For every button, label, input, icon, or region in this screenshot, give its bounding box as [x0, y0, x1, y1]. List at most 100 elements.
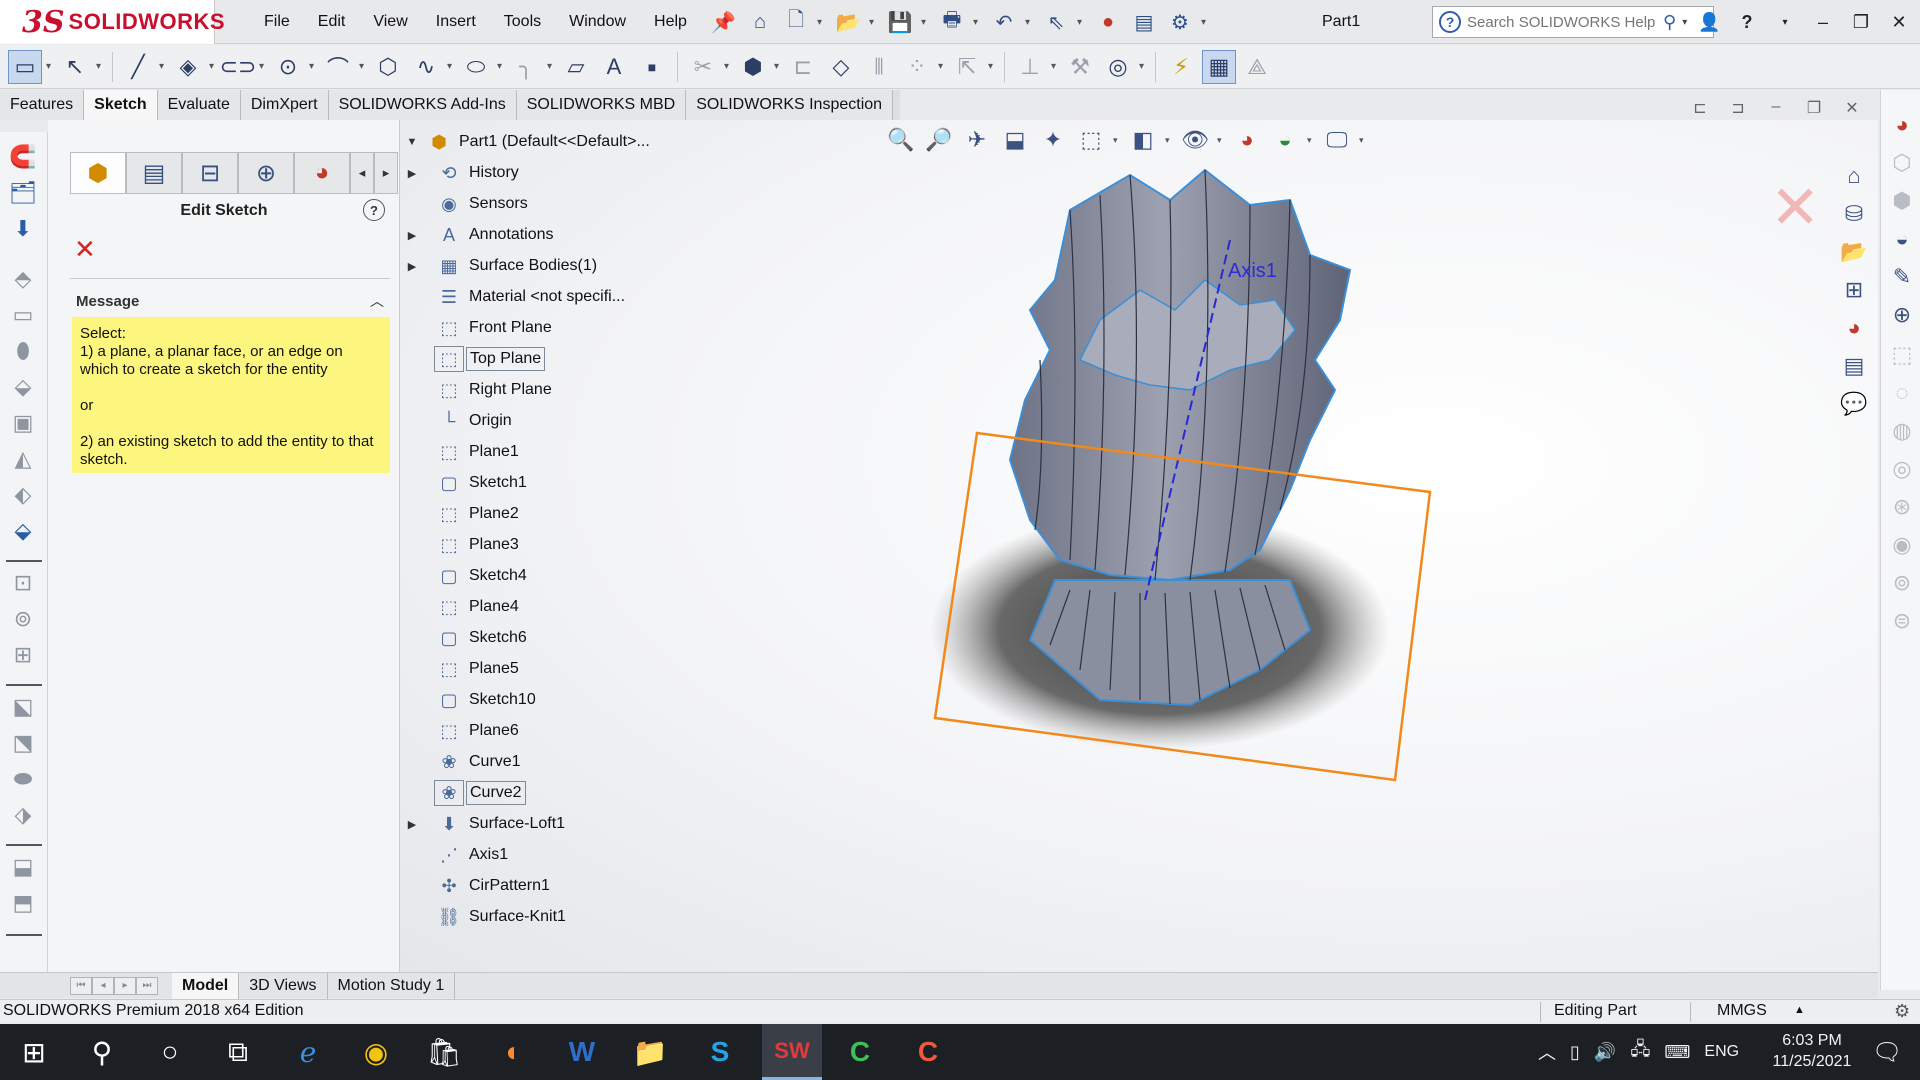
tab-motion-study[interactable]: Motion Study 1 — [328, 972, 456, 999]
last-tab-icon[interactable]: ⏭ — [136, 976, 158, 995]
tree-item-axis1[interactable]: ⋰ Axis1 — [424, 840, 511, 870]
view-palette-icon[interactable]: ⊞ — [1838, 274, 1870, 306]
tool-icon-8[interactable]: ▣ — [8, 408, 38, 438]
tree-item-material-not-specifi[interactable]: ☰ Material <not specifi... — [424, 282, 628, 312]
tab-mbd[interactable]: SOLIDWORKS MBD — [516, 90, 687, 120]
pin-menu-icon[interactable]: 📌 — [711, 10, 736, 35]
close-icon[interactable]: ✕ — [1888, 12, 1910, 33]
edge-browser-icon[interactable]: ℯ — [278, 1024, 338, 1080]
tab-3d-views[interactable]: 3D Views — [239, 972, 328, 999]
firefox-browser-icon[interactable]: ◐ — [484, 1024, 544, 1080]
network-icon[interactable]: 🖧 — [1630, 1037, 1650, 1067]
scene-dropdown-caret[interactable]: ▾ — [1307, 135, 1315, 146]
tree-item-plane2[interactable]: ⬚ Plane2 — [424, 499, 522, 529]
tool-icon-16[interactable]: ⬔ — [8, 728, 38, 758]
taskpane-icon-13[interactable]: ⊚ — [1887, 568, 1917, 598]
arc-icon[interactable]: ⌒ — [321, 50, 355, 84]
chrome-browser-icon[interactable]: ◉ — [346, 1024, 406, 1080]
taskpane-icon-11[interactable]: ⊛ — [1887, 492, 1917, 522]
tool-icon-5[interactable]: ▭ — [8, 300, 38, 330]
menu-file[interactable]: File — [250, 0, 304, 44]
select-cursor-icon[interactable]: ⇖ — [1041, 7, 1071, 37]
feature-manager-tab-icon[interactable]: ⬢ — [70, 152, 126, 194]
quick-snaps-icon[interactable]: ◎ — [1101, 50, 1135, 84]
circle-icon[interactable]: ⊙ — [271, 50, 305, 84]
snaps-dropdown-caret[interactable]: ▾ — [1139, 61, 1147, 72]
spline-icon[interactable]: ∿ — [409, 50, 443, 84]
apply-scene-icon[interactable]: ◒ — [1269, 124, 1301, 156]
tab-evaluate[interactable]: Evaluate — [157, 90, 241, 120]
custom-properties-icon[interactable]: ▤ — [1838, 350, 1870, 382]
save-icon[interactable]: 💾 — [885, 7, 915, 37]
show-hidden-icons-icon[interactable]: ︿ — [1538, 1039, 1556, 1065]
configuration-manager-tab-icon[interactable]: ⊟ — [182, 152, 238, 194]
appearances-icon[interactable]: ◕ — [1838, 312, 1870, 344]
tree-item-plane4[interactable]: ⬚ Plane4 — [424, 592, 522, 622]
tree-item-surface-knit1[interactable]: ⛓ Surface-Knit1 — [424, 902, 569, 932]
section-view-icon[interactable]: ⬓ — [999, 124, 1031, 156]
tree-item-front-plane[interactable]: ⬚ Front Plane — [424, 313, 555, 343]
text-icon[interactable]: A — [597, 50, 631, 84]
slot-dropdown-caret[interactable]: ▾ — [259, 61, 267, 72]
tool-icon-13[interactable]: ⊚ — [8, 604, 38, 634]
help-search-input[interactable] — [1467, 13, 1657, 31]
volume-icon[interactable]: 🔊 — [1594, 1042, 1616, 1063]
action-center-icon[interactable]: 🗨 — [1872, 1038, 1902, 1067]
open-dropdown-caret[interactable]: ▾ — [869, 17, 879, 28]
undo-icon[interactable]: ↶ — [989, 7, 1019, 37]
tree-item-plane5[interactable]: ⬚ Plane5 — [424, 654, 522, 684]
smart-dimension-icon[interactable]: ↖ — [58, 50, 92, 84]
circle-dropdown-caret[interactable]: ▾ — [309, 61, 317, 72]
save-dropdown-caret[interactable]: ▾ — [921, 17, 931, 28]
device-icon[interactable]: ▯ — [1570, 1042, 1580, 1063]
options-dropdown-caret[interactable]: ▾ — [1201, 17, 1211, 28]
skype-app-icon[interactable]: S — [690, 1024, 750, 1080]
tree-item-surface-loft1[interactable]: ▶ ⬇ Surface-Loft1 — [408, 809, 568, 839]
orientation-dropdown-caret[interactable]: ▾ — [1113, 135, 1121, 146]
select-dropdown-caret[interactable]: ▾ — [1077, 17, 1087, 28]
doc-minimize-icon[interactable]: – — [1766, 98, 1786, 118]
tab-addins[interactable]: SOLIDWORKS Add-Ins — [328, 90, 517, 120]
taskpane-icon-6[interactable]: ⊕ — [1887, 300, 1917, 330]
line-icon[interactable]: ╱ — [121, 50, 155, 84]
display-style-icon[interactable]: ◧ — [1127, 124, 1159, 156]
next-tab-icon[interactable]: ▸ — [114, 976, 136, 995]
undo-dropdown-caret[interactable]: ▾ — [1025, 17, 1035, 28]
tool-icon-19[interactable]: ⬓ — [8, 852, 38, 882]
offset-entities-icon[interactable]: ⊏ — [786, 50, 820, 84]
rapid-sketch-icon[interactable]: ⚡ — [1164, 50, 1198, 84]
tree-item-origin[interactable]: └ Origin — [424, 406, 515, 436]
microsoft-store-icon[interactable]: 🛍 — [414, 1024, 474, 1080]
shaded-sketch-contours-icon[interactable]: ⟁ — [1240, 50, 1274, 84]
convert-entities-icon[interactable]: ⬢ — [736, 50, 770, 84]
dimxpert-manager-tab-icon[interactable]: ⊕ — [238, 152, 294, 194]
taskpane-icon-12[interactable]: ◉ — [1887, 530, 1917, 560]
relations-dropdown-caret[interactable]: ▾ — [1051, 61, 1059, 72]
zoom-to-fit-icon[interactable]: 🔍 — [885, 124, 917, 156]
convert-dropdown-caret[interactable]: ▾ — [774, 61, 782, 72]
ellipse-dropdown-caret[interactable]: ▾ — [497, 61, 505, 72]
expand-arrow-icon[interactable]: ▶ — [400, 818, 424, 831]
taskpane-icon-2[interactable]: ⬡ — [1887, 148, 1917, 178]
units-caret-up-icon[interactable]: ▲ — [1794, 1004, 1805, 1016]
chevron-up-icon[interactable]: ︿ — [370, 291, 384, 311]
options-gear-icon[interactable]: ⚙ — [1165, 7, 1195, 37]
task-view-icon[interactable]: ⧉ — [208, 1024, 268, 1080]
tree-item-history[interactable]: ▶ ⟲ History — [408, 158, 522, 188]
menu-help[interactable]: Help — [640, 0, 701, 44]
instant-2d-icon[interactable]: ▦ — [1202, 49, 1236, 84]
tab-dimxpert[interactable]: DimXpert — [240, 90, 329, 120]
doc-close-icon[interactable]: ✕ — [1842, 98, 1862, 118]
repair-sketch-icon[interactable]: ⚒ — [1063, 50, 1097, 84]
print-dropdown-caret[interactable]: ▾ — [973, 17, 983, 28]
taskpane-icon-10[interactable]: ◎ — [1887, 454, 1917, 484]
rectangle-dropdown-caret[interactable]: ▾ — [209, 61, 217, 72]
tree-item-cirpattern1[interactable]: ✣ CirPattern1 — [424, 871, 553, 901]
help-dropdown-caret[interactable]: ▾ — [1774, 17, 1796, 28]
file-explorer-icon[interactable]: 📂 — [1838, 236, 1870, 268]
tree-item-annotations[interactable]: ▶ A Annotations — [408, 220, 557, 250]
tree-item-plane1[interactable]: ⬚ Plane1 — [424, 437, 522, 467]
solidworks-logo[interactable]: 3S SOLIDWORKS — [0, 0, 225, 44]
file-properties-icon[interactable]: ▤ — [1129, 7, 1159, 37]
taskpane-icon-4[interactable]: ◒ — [1887, 224, 1917, 254]
